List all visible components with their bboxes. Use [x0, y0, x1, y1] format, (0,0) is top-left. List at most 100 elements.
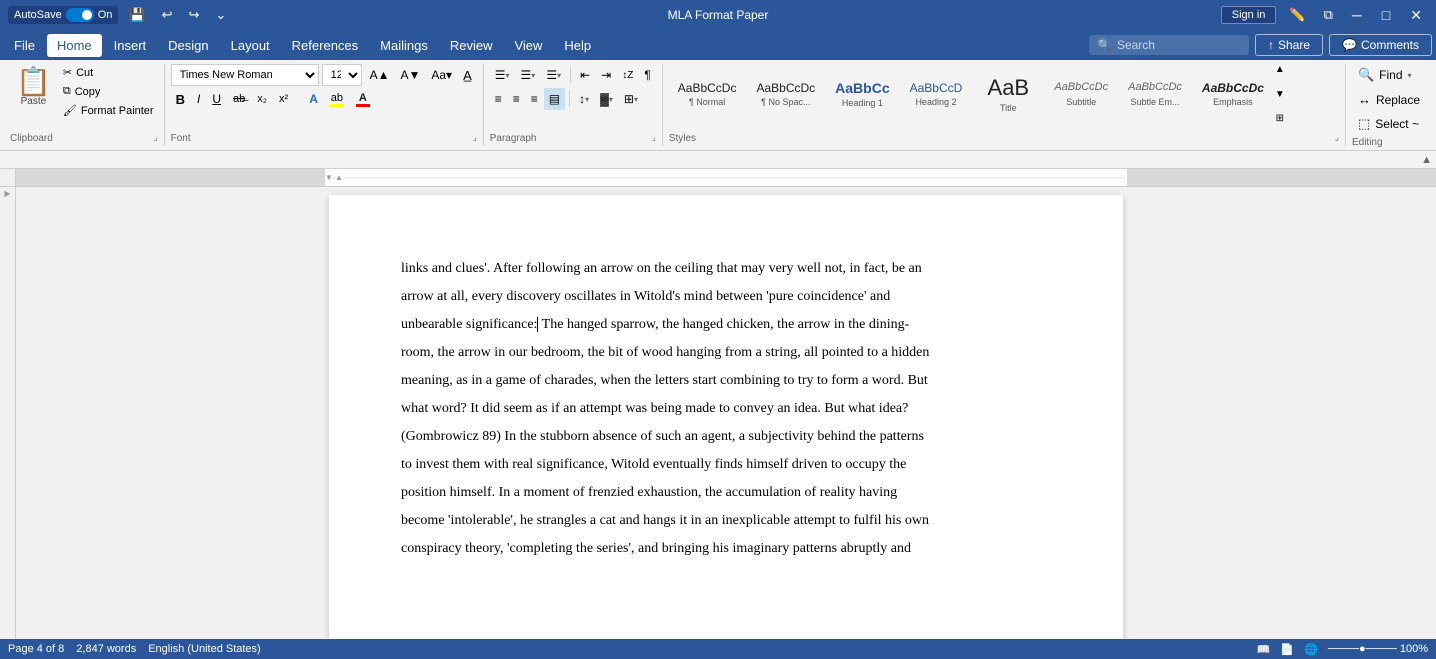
styles-expand[interactable]: ⊞: [1273, 113, 1287, 124]
ruler-body[interactable]: ▼ ▲: [325, 169, 1127, 186]
view-read-icon[interactable]: 📖: [1257, 643, 1271, 656]
format-painter-button[interactable]: 🖌 Format Painter: [59, 102, 158, 119]
style-heading1[interactable]: AaBbCc Heading 1: [826, 64, 898, 124]
autosave-switch[interactable]: [66, 8, 94, 22]
borders-icon: ⊞: [624, 92, 634, 106]
decrease-indent-button[interactable]: ⇤: [575, 64, 595, 86]
menu-design[interactable]: Design: [158, 34, 218, 57]
maximize-button[interactable]: □: [1376, 7, 1396, 23]
borders-button[interactable]: ⊞▾: [619, 88, 643, 110]
zoom-slider[interactable]: ────●──── 100%: [1328, 643, 1428, 655]
style-title[interactable]: AaB Title: [973, 64, 1043, 124]
style-normal[interactable]: AaBbCcDc ¶ Normal: [669, 64, 746, 124]
highlight-color-button[interactable]: ab: [325, 88, 349, 110]
minimize-button[interactable]: ─: [1346, 7, 1368, 23]
style-subtitle[interactable]: AaBbCcDc Subtitle: [1045, 64, 1117, 124]
share-label: Share: [1278, 38, 1310, 52]
strikethrough-button[interactable]: ab̶: [228, 88, 250, 110]
font-name-select[interactable]: Times New Roman: [171, 64, 319, 86]
left-ruler: ▶: [0, 187, 16, 642]
menu-help[interactable]: Help: [554, 34, 601, 57]
view-web-icon[interactable]: 🌐: [1304, 643, 1318, 656]
comments-button[interactable]: 💬 Comments: [1329, 34, 1432, 56]
font-size-buttons: A▲ A▼ Aa▾ A̲: [365, 64, 477, 86]
paste-button[interactable]: 📋 Paste: [10, 64, 57, 111]
pen-icon-button[interactable]: ✏️: [1284, 5, 1310, 25]
search-box[interactable]: 🔍 Search: [1089, 35, 1249, 55]
numbering-button[interactable]: ☰▾: [516, 64, 541, 86]
menu-mailings[interactable]: Mailings: [370, 34, 438, 57]
find-dropdown: ▾: [1408, 71, 1412, 80]
redo-button[interactable]: ↪: [183, 5, 204, 25]
sign-in-button[interactable]: Sign in: [1221, 6, 1277, 24]
bold-button[interactable]: B: [171, 88, 190, 110]
menu-references[interactable]: References: [282, 34, 368, 57]
clipboard-small-buttons: ✂ Cut ⧉ Copy 🖌 Format Painter: [59, 64, 158, 119]
format-painter-icon: 🖌: [63, 104, 77, 117]
share-button[interactable]: ↑ Share: [1255, 34, 1323, 56]
restore-button[interactable]: ⧉: [1319, 5, 1338, 25]
superscript-button[interactable]: x²: [274, 88, 293, 110]
font-label-row: Font ⌟: [171, 131, 477, 144]
select-button[interactable]: ⬚ Select ~: [1352, 113, 1426, 135]
style-heading2[interactable]: AaBbCcD Heading 2: [901, 64, 972, 124]
font-grow-button[interactable]: A▲: [365, 64, 395, 86]
undo-button[interactable]: ↩: [157, 5, 178, 25]
cut-button[interactable]: ✂ Cut: [59, 64, 158, 81]
styles-expand-btn[interactable]: ⌟: [1335, 132, 1339, 143]
paste-icon: 📋: [16, 68, 51, 96]
clipboard-expand[interactable]: ⌟: [153, 132, 157, 143]
underline-button[interactable]: U: [207, 88, 226, 110]
copy-icon: ⧉: [63, 85, 71, 98]
menu-review[interactable]: Review: [440, 34, 503, 57]
line-spacing-button[interactable]: ↕▾: [574, 88, 594, 110]
style-emphasis[interactable]: AaBbCcDc Emphasis: [1193, 64, 1273, 124]
paragraph-row1: ☰▾ ☰▾ ☰▾ ⇤ ⇥ ↕Z ¶: [490, 64, 656, 86]
menu-layout[interactable]: Layout: [221, 34, 280, 57]
save-button[interactable]: 💾: [124, 5, 150, 25]
menu-insert[interactable]: Insert: [104, 34, 157, 57]
font-size-select[interactable]: 12: [322, 64, 362, 86]
font-formatting-row: B I U ab̶ x₂ x² A ab: [171, 88, 477, 110]
font-group-content: Times New Roman 12 A▲ A▼ Aa▾ A̲ B I U: [171, 64, 477, 131]
customize-quick-access-button[interactable]: ⌄: [210, 5, 231, 25]
styles-scroll-down[interactable]: ▼: [1273, 89, 1287, 100]
document-scroll-area[interactable]: links and clues'. After following an arr…: [16, 187, 1436, 642]
justify-button[interactable]: ▤: [544, 88, 565, 110]
sort-button[interactable]: ↕Z: [617, 64, 638, 86]
paragraph-label: Paragraph: [490, 131, 537, 144]
close-button[interactable]: ✕: [1404, 7, 1428, 24]
change-case-button[interactable]: Aa▾: [426, 64, 457, 86]
align-left-button[interactable]: ≡: [490, 88, 507, 110]
replace-button[interactable]: ↔ Replace: [1352, 89, 1426, 110]
autosave-toggle[interactable]: AutoSave On: [8, 6, 118, 24]
increase-indent-button[interactable]: ⇥: [596, 64, 616, 86]
font-color-button[interactable]: A: [351, 88, 375, 110]
find-button[interactable]: 🔍 Find ▾: [1352, 64, 1426, 86]
shading-button[interactable]: ▓▾: [595, 88, 618, 110]
view-print-icon[interactable]: 📄: [1280, 643, 1294, 656]
multilevel-list-button[interactable]: ☰▾: [541, 64, 566, 86]
font-shrink-button[interactable]: A▼: [395, 64, 425, 86]
word-count: 2,847 words: [76, 643, 136, 655]
clear-format-button[interactable]: A̲: [458, 64, 477, 86]
collapse-ribbon-button[interactable]: ▲: [1421, 154, 1432, 166]
style-no-spacing[interactable]: AaBbCcDc ¶ No Spac...: [747, 64, 824, 124]
menu-home[interactable]: Home: [47, 34, 102, 57]
italic-button[interactable]: I: [192, 88, 205, 110]
bullets-button[interactable]: ☰▾: [490, 64, 515, 86]
font-expand[interactable]: ⌟: [473, 132, 477, 143]
styles-scroll-up[interactable]: ▲: [1273, 64, 1287, 75]
styles-gallery-wrapper: AaBbCcDc ¶ Normal AaBbCcDc ¶ No Spac... …: [669, 64, 1287, 124]
menu-view[interactable]: View: [504, 34, 552, 57]
style-subtle-emphasis[interactable]: AaBbCcDc Subtle Em...: [1119, 64, 1191, 124]
paragraph-expand[interactable]: ⌟: [652, 132, 656, 143]
subscript-button[interactable]: x₂: [252, 88, 272, 110]
show-marks-button[interactable]: ¶: [639, 64, 655, 86]
menu-file[interactable]: File: [4, 34, 45, 57]
text-effect-button[interactable]: A: [304, 88, 323, 110]
copy-button[interactable]: ⧉ Copy: [59, 83, 158, 100]
numbering-dropdown: ▾: [531, 71, 535, 80]
align-center-button[interactable]: ≡: [508, 88, 525, 110]
align-right-button[interactable]: ≡: [526, 88, 543, 110]
